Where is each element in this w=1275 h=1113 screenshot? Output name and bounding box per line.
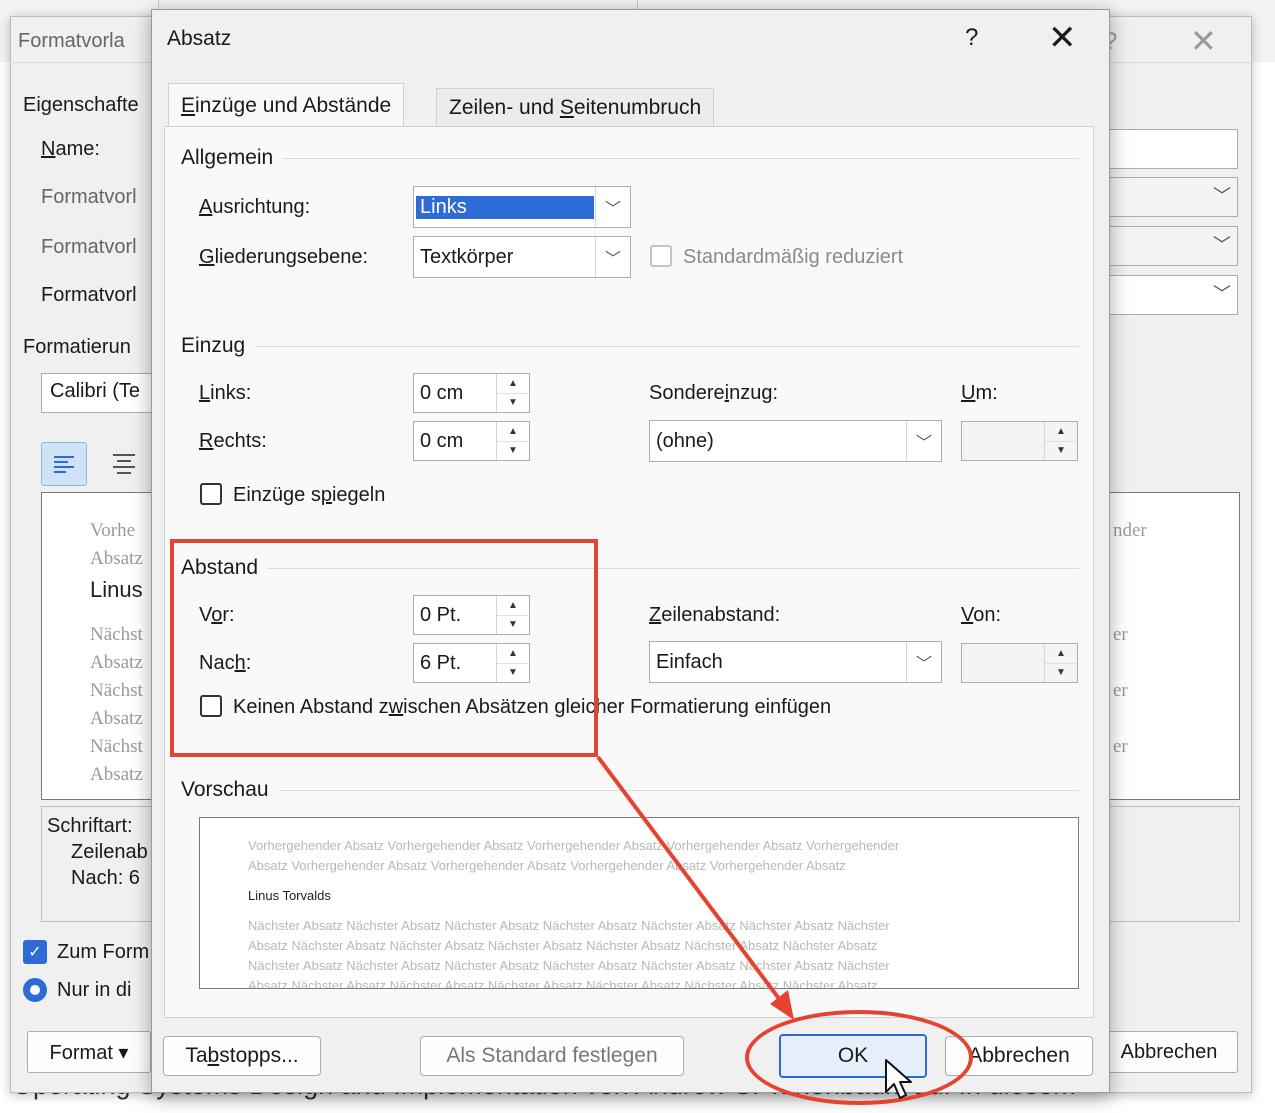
highlight-ok-oval xyxy=(745,1010,973,1105)
mouse-cursor-icon xyxy=(885,1059,912,1099)
annotation-arrow xyxy=(596,755,794,1020)
